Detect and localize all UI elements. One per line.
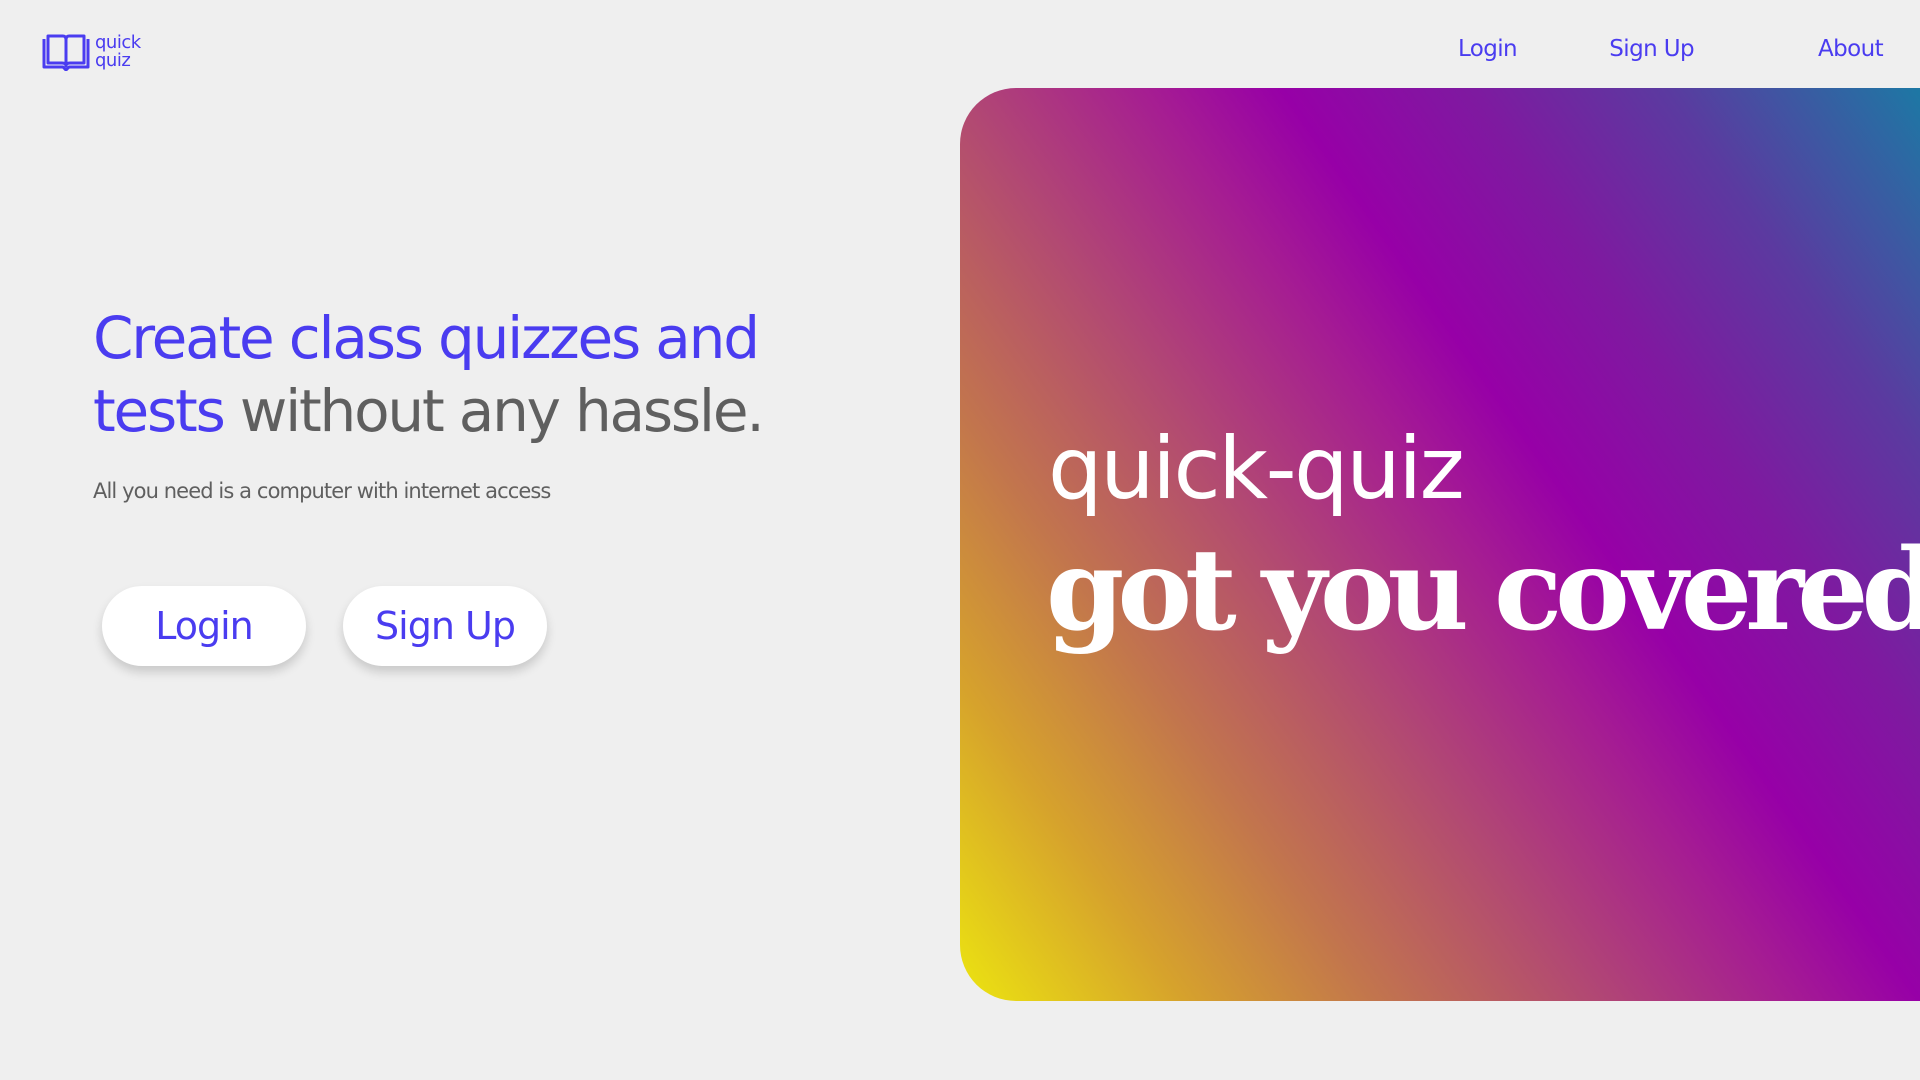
card-brand-text: quick-quiz — [1048, 419, 1465, 519]
open-book-icon — [42, 34, 90, 71]
card-tagline-text: got you covered — [1046, 525, 1920, 656]
hero-headline-rest: without any hassle. — [223, 377, 765, 445]
headline-accent-line-2: tests — [93, 377, 226, 445]
login-button[interactable]: Login — [102, 586, 306, 666]
logo-text: quick quiz — [95, 34, 141, 70]
signup-button[interactable]: Sign Up — [343, 586, 547, 666]
logo-text-line-2: quiz — [95, 50, 131, 71]
logo-link[interactable]: quick quiz — [41, 33, 141, 71]
nav-login-link[interactable]: Login — [1458, 36, 1518, 62]
headline-accent-line-1: Create class quizzes and — [93, 304, 760, 372]
landing-page: quick quiz Login Sign Up About Create cl… — [0, 0, 1920, 1080]
nav-signup-link[interactable]: Sign Up — [1609, 36, 1694, 62]
hero-headline: Create class quizzes and tests without an… — [93, 302, 765, 448]
hero-gradient-card: quick-quiz got you covered — [960, 88, 1920, 1001]
nav-about-link[interactable]: About — [1818, 36, 1884, 62]
hero-subheadline: All you need is a computer with internet… — [93, 479, 551, 503]
